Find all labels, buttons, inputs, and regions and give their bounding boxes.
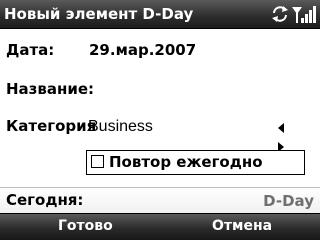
title-bar: Новый элемент D-Day	[0, 0, 320, 29]
repeat-yearly-label: Повтор ежегодно	[109, 153, 263, 171]
softkey-bar: Готово Отмена	[0, 213, 320, 240]
cancel-softkey[interactable]: Отмена	[212, 218, 272, 234]
d-day-new-item-screen: Новый элемент D-Day Дата: 29.мар.2007 На…	[0, 0, 320, 240]
dday-label: D-Day	[263, 192, 314, 210]
name-label: Название:	[6, 80, 95, 98]
date-label: Дата:	[6, 41, 55, 59]
repeat-yearly-option[interactable]: Повтор ежегодно	[86, 150, 305, 175]
status-icons	[272, 6, 316, 23]
sync-arrow-bottom	[272, 16, 278, 22]
sync-arrow-top	[282, 6, 288, 12]
category-arrows	[275, 120, 303, 152]
category-prev-arrow-icon[interactable]	[275, 120, 287, 134]
signal-icon	[292, 6, 316, 23]
done-softkey[interactable]: Готово	[58, 218, 113, 234]
date-value[interactable]: 29.мар.2007	[89, 41, 196, 59]
today-label: Сегодня:	[6, 191, 84, 209]
info-row: Сегодня: D-Day	[0, 187, 320, 214]
window-title: Новый элемент D-Day	[4, 5, 194, 23]
repeat-yearly-checkbox[interactable]	[91, 155, 104, 168]
category-value[interactable]: Business	[88, 118, 153, 136]
category-label: Категория	[6, 117, 97, 135]
